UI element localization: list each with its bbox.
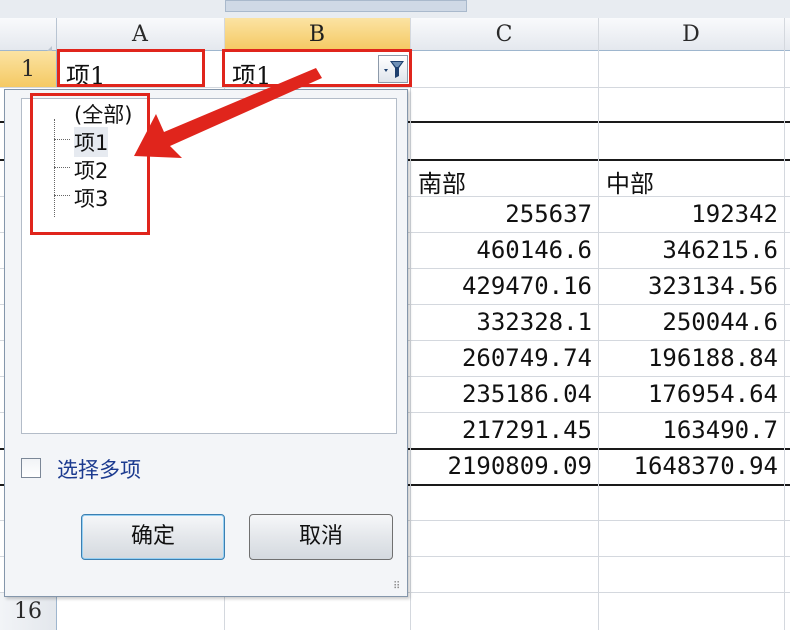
annotation-arrow-icon [134, 68, 322, 158]
